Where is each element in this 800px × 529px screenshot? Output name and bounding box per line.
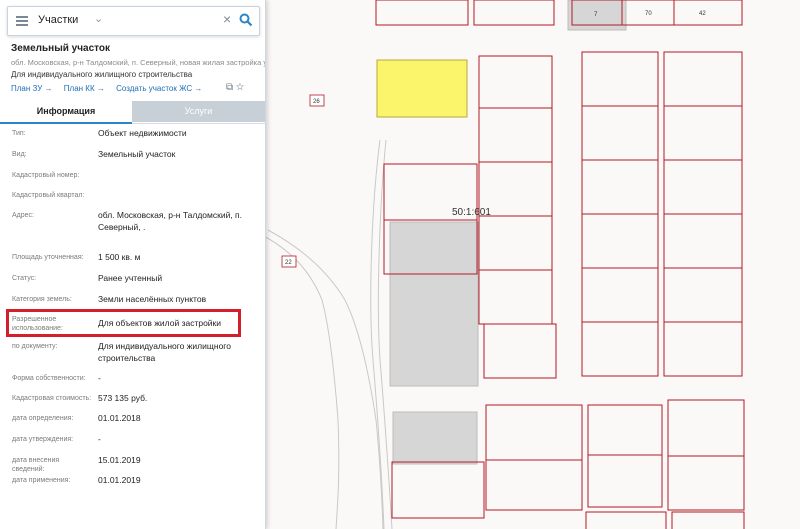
attribute-label: Кадастровый номер: <box>12 172 80 179</box>
attribute-label: Кадастровый квартал: <box>12 192 85 199</box>
attribute-value: 1 500 кв. м <box>98 252 141 262</box>
attribute-label: Площадь уточненная: <box>12 254 84 261</box>
close-icon[interactable]: × <box>223 11 231 27</box>
parcel-number-label: 22 <box>285 260 292 266</box>
attribute-value: 01.01.2018 <box>98 413 141 423</box>
attribute-label: Тип: <box>12 130 26 137</box>
object-address: обл. Московская, р-н Талдомский, п. Севе… <box>11 58 266 67</box>
search-icon <box>239 13 253 27</box>
quarter-label: 50:1:601 <box>452 207 491 218</box>
attribute-value: Земельный участок <box>98 149 176 159</box>
parcel-number-label: 26 <box>313 99 320 105</box>
menu-icon[interactable] <box>16 16 28 26</box>
attribute-value: - <box>98 373 101 383</box>
tab-bar: Информация Услуги <box>0 101 265 124</box>
building <box>392 411 478 465</box>
create-parcel-link[interactable]: Создать участок ЖС → <box>116 84 202 93</box>
object-actions: ⧉ ☆ <box>226 82 244 93</box>
search-button[interactable] <box>234 7 259 35</box>
attribute-label: Адрес: <box>12 212 34 219</box>
object-use: Для индивидуального жилищного строительс… <box>11 70 193 79</box>
attribute-label: дата применения: <box>12 477 71 484</box>
highlight-box <box>6 309 241 337</box>
attribute-value: - <box>98 434 101 444</box>
tab-info[interactable]: Информация <box>0 101 132 124</box>
attribute-value: Объект недвижимости <box>98 128 187 138</box>
attribute-value: 15.01.2019 <box>98 455 141 465</box>
attribute-value: Ранее учтенный <box>98 273 163 283</box>
chevron-down-icon[interactable]: ⌄ <box>94 12 103 25</box>
building <box>389 221 479 387</box>
plan-kk-link[interactable]: План КК → <box>64 84 105 93</box>
object-title: Земельный участок <box>11 43 111 54</box>
parcel-number-label: 70 <box>645 11 652 17</box>
attribute-label: дата внесения сведений: <box>12 457 60 473</box>
selected-parcel <box>376 59 468 118</box>
search-bar[interactable]: Участки ⌄ × <box>7 6 260 36</box>
attribute-label: дата утверждения: <box>12 436 74 443</box>
plan-zu-link[interactable]: План ЗУ → <box>11 84 53 93</box>
layer-select[interactable]: Участки <box>38 14 78 26</box>
star-icon[interactable]: ☆ <box>236 82 244 93</box>
attribute-value: 01.01.2019 <box>98 475 141 485</box>
attribute-label: Категория земель: <box>12 296 72 303</box>
attribute-label: дата определения: <box>12 415 74 422</box>
info-panel: Участки ⌄ × Земельный участок обл. Моско… <box>0 0 266 529</box>
copy-icon[interactable]: ⧉ <box>226 82 233 93</box>
attribute-label: Форма собственности: <box>12 375 86 382</box>
attribute-value: 573 135 руб. <box>98 393 148 403</box>
tab-services[interactable]: Услуги <box>132 101 265 122</box>
attribute-value: Земли населённых пунктов <box>98 294 207 304</box>
object-links: План ЗУ → План КК → Создать участок ЖС → <box>11 84 211 93</box>
attribute-label: по документу: <box>12 343 58 350</box>
attribute-value: обл. Московская, р-н Талдомский, п. Севе… <box>98 210 243 232</box>
attribute-label: Вид: <box>12 151 27 158</box>
attribute-label: Кадастровая стоимость: <box>12 395 92 402</box>
attribute-label: Статус: <box>12 275 37 282</box>
parcel-number-label: 42 <box>699 11 706 17</box>
attribute-value: Для индивидуального жилищного строительс… <box>98 341 231 363</box>
